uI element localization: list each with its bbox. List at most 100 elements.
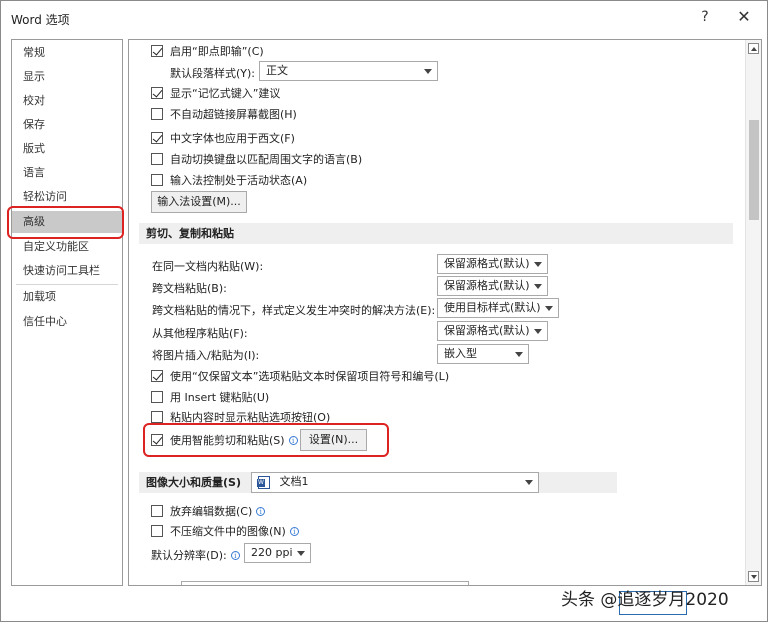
- dialog-title: Word 选项: [11, 13, 70, 27]
- cut-copy-paste-section-title: 剪切、复制和粘贴: [139, 223, 733, 244]
- word-document-icon: [257, 475, 270, 489]
- ime-active-option[interactable]: 输入法控制处于活动状态(A): [151, 172, 307, 188]
- no-hyperlink-screenshot-label: 不自动超链接屏幕截图(H): [170, 108, 297, 121]
- watermark-text: 头条 @追逐岁月2020: [561, 590, 729, 610]
- image-quality-document-select[interactable]: 文档1: [251, 472, 539, 493]
- scroll-down-arrow-icon[interactable]: [748, 571, 759, 582]
- discard-edit-data-option[interactable]: 放弃编辑数据(C) i: [151, 503, 266, 519]
- no-compress-checkbox[interactable]: [151, 525, 163, 537]
- no-compress-label: 不压缩文件中的图像(N): [170, 525, 286, 538]
- paste-other-programs-text: 从其他程序粘贴(F):: [152, 327, 248, 340]
- discard-edit-data-checkbox[interactable]: [151, 505, 163, 517]
- auto-keyboard-checkbox[interactable]: [151, 153, 163, 165]
- insert-key-option[interactable]: 用 Insert 键粘贴(U): [151, 389, 269, 405]
- insert-key-checkbox[interactable]: [151, 391, 163, 403]
- paste-between-docs-select[interactable]: 保留源格式(默认): [437, 276, 548, 296]
- enable-click-and-type-option[interactable]: 启用“即点即输”(C): [151, 43, 264, 59]
- auto-keyboard-option[interactable]: 自动切换键盘以匹配周围文字的语言(B): [151, 151, 362, 167]
- sidebar-item-display[interactable]: 显示: [12, 66, 122, 88]
- paste-within-doc-select[interactable]: 保留源格式(默认): [437, 254, 548, 274]
- show-autocomplete-option[interactable]: 显示“记忆式键入”建议: [151, 85, 280, 101]
- highlight-box-advanced: [7, 206, 124, 239]
- info-icon: i: [289, 526, 299, 536]
- paste-between-docs-value: 保留源格式(默认): [444, 279, 530, 292]
- show-autocomplete-checkbox[interactable]: [151, 87, 163, 99]
- chevron-down-icon: [534, 284, 542, 289]
- default-resolution-text: 默认分辨率(D):: [151, 549, 227, 562]
- chevron-down-icon: [525, 480, 533, 485]
- info-icon: i: [230, 550, 240, 560]
- chevron-down-icon: [424, 69, 432, 74]
- default-resolution-value: 220 ppi: [251, 546, 293, 559]
- chinese-font-western-option[interactable]: 中文字体也应用于西文(F): [151, 130, 295, 146]
- options-sidebar: 常规 显示 校对 保存 版式 语言 轻松访问 高级 自定义功能区 快速访问工具栏…: [11, 39, 123, 586]
- enable-click-and-type-checkbox[interactable]: [151, 45, 163, 57]
- chevron-down-icon: [534, 329, 542, 334]
- style-conflict-value: 使用目标样式(默认): [444, 301, 541, 314]
- paste-within-doc-label: 在同一文档内粘贴(W):: [152, 258, 263, 274]
- chevron-down-icon: [545, 306, 553, 311]
- sidebar-item-customize-ribbon[interactable]: 自定义功能区: [12, 236, 122, 258]
- sidebar-item-addins[interactable]: 加载项: [12, 286, 122, 308]
- insert-picture-as-value: 嵌入型: [444, 347, 477, 360]
- default-paragraph-style-value: 正文: [266, 64, 288, 77]
- sidebar-item-quick-access[interactable]: 快速访问工具栏: [12, 260, 122, 282]
- keep-bullets-label: 使用“仅保留文本”选项粘贴文本时保留项目符号和编号(L): [170, 370, 450, 383]
- keep-bullets-checkbox[interactable]: [151, 370, 163, 382]
- ime-active-label: 输入法控制处于活动状态(A): [170, 174, 308, 187]
- paste-between-docs-label: 跨文档粘贴(B):: [152, 280, 227, 296]
- sidebar-item-accessibility[interactable]: 轻松访问: [12, 186, 122, 208]
- insert-picture-as-label: 将图片插入/粘贴为(I):: [152, 347, 259, 363]
- keep-bullets-option[interactable]: 使用“仅保留文本”选项粘贴文本时保留项目符号和编号(L): [151, 368, 449, 384]
- style-conflict-select[interactable]: 使用目标样式(默认): [437, 298, 559, 318]
- cutoff-select[interactable]: [181, 581, 469, 585]
- sidebar-item-proofing[interactable]: 校对: [12, 90, 122, 112]
- paste-other-programs-select[interactable]: 保留源格式(默认): [437, 321, 548, 341]
- default-paragraph-style-select[interactable]: 正文: [259, 61, 438, 81]
- image-quality-document-value: 文档1: [279, 475, 309, 488]
- paste-other-programs-value: 保留源格式(默认): [444, 324, 530, 337]
- content-scrollbar[interactable]: [745, 40, 761, 585]
- title-bar: Word 选项 ? ✕: [1, 1, 767, 35]
- default-resolution-label: 默认分辨率(D): i: [151, 547, 240, 563]
- insert-picture-as-select[interactable]: 嵌入型: [437, 344, 529, 364]
- help-button[interactable]: ?: [697, 9, 713, 25]
- info-icon: i: [256, 506, 266, 516]
- chinese-font-western-checkbox[interactable]: [151, 132, 163, 144]
- ime-settings-button[interactable]: 输入法设置(M)...: [151, 191, 247, 213]
- chevron-down-icon: [534, 262, 542, 267]
- paste-within-doc-text: 在同一文档内粘贴(W):: [152, 260, 264, 273]
- ime-active-checkbox[interactable]: [151, 174, 163, 186]
- advanced-options-panel: 启用“即点即输”(C) 默认段落样式(Y): 正文 显示“记忆式键入”建议 不自…: [128, 39, 762, 586]
- scroll-up-arrow-icon[interactable]: [748, 43, 759, 54]
- chevron-down-icon: [515, 352, 523, 357]
- sidebar-item-general[interactable]: 常规: [12, 42, 122, 64]
- highlight-box-smart-paste: [143, 423, 389, 457]
- style-conflict-text: 跨文档粘贴的情况下，样式定义发生冲突时的解决方法(E):: [152, 304, 436, 317]
- default-paragraph-style-label: 默认段落样式(Y):: [170, 65, 255, 81]
- default-paragraph-style-text: 默认段落样式(Y):: [170, 67, 256, 80]
- no-hyperlink-screenshot-checkbox[interactable]: [151, 108, 163, 120]
- scroll-thumb[interactable]: [749, 120, 759, 220]
- auto-keyboard-label: 自动切换键盘以匹配周围文字的语言(B): [170, 153, 363, 166]
- paste-between-docs-text: 跨文档粘贴(B):: [152, 282, 227, 295]
- no-hyperlink-screenshot-option[interactable]: 不自动超链接屏幕截图(H): [151, 106, 297, 122]
- close-button[interactable]: ✕: [734, 7, 754, 26]
- sidebar-divider: [16, 284, 118, 285]
- insert-key-label: 用 Insert 键粘贴(U): [170, 391, 270, 404]
- chinese-font-western-label: 中文字体也应用于西文(F): [170, 132, 295, 145]
- enable-click-and-type-label: 启用“即点即输”(C): [170, 45, 264, 58]
- show-autocomplete-label: 显示“记忆式键入”建议: [170, 87, 281, 100]
- paste-options-button-checkbox[interactable]: [151, 411, 163, 423]
- image-quality-section-title: 图像大小和质量(S): [146, 476, 241, 489]
- default-resolution-select[interactable]: 220 ppi: [244, 543, 311, 563]
- paste-within-doc-value: 保留源格式(默认): [444, 257, 530, 270]
- sidebar-item-layout[interactable]: 版式: [12, 138, 122, 160]
- word-options-dialog: Word 选项 ? ✕ 常规 显示 校对 保存 版式 语言 轻松访问 高级 自定…: [0, 0, 768, 622]
- sidebar-item-trust-center[interactable]: 信任中心: [12, 311, 122, 333]
- sidebar-item-language[interactable]: 语言: [12, 162, 122, 184]
- discard-edit-data-label: 放弃编辑数据(C): [170, 505, 253, 518]
- no-compress-option[interactable]: 不压缩文件中的图像(N) i: [151, 523, 299, 539]
- sidebar-item-save[interactable]: 保存: [12, 114, 122, 136]
- insert-picture-as-text: 将图片插入/粘贴为(I):: [152, 349, 260, 362]
